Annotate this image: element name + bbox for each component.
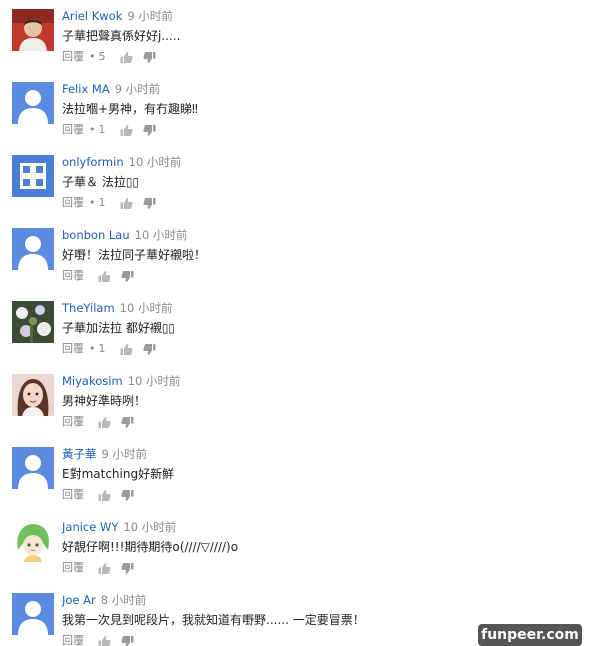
reply-button[interactable]: 回覆 [62, 269, 84, 283]
reply-button[interactable]: 回覆 [62, 50, 84, 64]
avatar[interactable] [12, 447, 54, 489]
comment-item: onlyformin 10 小时前 子華＆ 法拉▯▯ 回覆 • 1 [0, 155, 600, 228]
avatar[interactable] [12, 301, 54, 343]
comment-time[interactable]: 10 小时前 [123, 520, 176, 534]
comment-text: 子華＆ 法拉▯▯ [62, 175, 140, 189]
reply-button[interactable]: 回覆 [62, 488, 84, 502]
comment-header: 黃子華 9 小时前 [62, 447, 147, 462]
comment-header: Felix MA 9 小时前 [62, 82, 160, 97]
avatar[interactable] [12, 593, 54, 635]
like-count: 5 [98, 50, 106, 63]
comment-text: 子華把聲真係好好j..... [62, 29, 181, 43]
avatar[interactable] [12, 520, 54, 562]
comment-text: 法拉嗰+男神，有冇趣睇‼ [62, 102, 198, 116]
thumbs-down-icon[interactable] [142, 197, 156, 210]
thumbs-up-icon[interactable] [120, 124, 133, 137]
comment-author[interactable]: Janice WY [62, 520, 118, 534]
like-count: 1 [98, 342, 106, 355]
thumbs-down-icon[interactable] [121, 562, 134, 575]
comment-item: Janice WY 10 小时前 好靚仔啊!!!期待期待o(////▽////)o… [0, 520, 600, 593]
comment-text: 子華加法拉 都好襯▯▯ [62, 321, 176, 335]
comment-text: 好嘢！法拉同子華好襯啦！ [62, 248, 207, 262]
thumbs-down-icon[interactable] [142, 343, 156, 356]
comment-author[interactable]: onlyformin [62, 155, 124, 169]
reply-button[interactable]: 回覆 [62, 342, 84, 356]
thumbs-up-icon[interactable] [98, 489, 111, 502]
thumbs-down-icon[interactable] [142, 51, 156, 64]
comment-author[interactable]: Ariel Kwok [62, 9, 122, 23]
comment-text: 好靚仔啊!!!期待期待o(////▽////)o [62, 540, 239, 554]
comment-actions: 回覆 • 1 [62, 196, 166, 210]
like-count: 1 [98, 123, 106, 136]
comment-text: 男神好準時咧！ [62, 394, 147, 408]
comment-text: 我第一次見到呢段片，我就知道有嘢野...... 一定要冒票！ [62, 613, 365, 627]
avatar[interactable] [12, 155, 54, 197]
comment-item: Ariel Kwok 9 小时前 子華把聲真係好好j..... 回覆 • 5 [0, 9, 600, 82]
avatar[interactable] [12, 374, 54, 416]
comment-actions: 回覆 [62, 561, 144, 575]
comment-time[interactable]: 10 小时前 [128, 374, 181, 388]
comment-actions: 回覆 • 1 [62, 123, 166, 137]
comment-item: 黃子華 9 小时前 E對matching好新鮮 回覆 [0, 447, 600, 520]
comment-header: Janice WY 10 小时前 [62, 520, 176, 535]
comment-item: bonbon Lau 10 小时前 好嘢！法拉同子華好襯啦！ 回覆 [0, 228, 600, 301]
reply-button[interactable]: 回覆 [62, 196, 84, 210]
likes-separator: • [89, 196, 96, 209]
thumbs-down-icon[interactable] [121, 270, 134, 283]
comment-header: Miyakosim 10 小时前 [62, 374, 180, 389]
thumbs-up-icon[interactable] [98, 562, 111, 575]
comment-time[interactable]: 10 小时前 [135, 228, 188, 242]
comment-header: bonbon Lau 10 小时前 [62, 228, 187, 243]
thumbs-up-icon[interactable] [120, 51, 133, 64]
comment-item: Miyakosim 10 小时前 男神好準時咧！ 回覆 [0, 374, 600, 447]
thumbs-down-icon[interactable] [142, 124, 156, 137]
thumbs-down-icon[interactable] [121, 416, 134, 429]
comment-item: Felix MA 9 小时前 法拉嗰+男神，有冇趣睇‼ 回覆 • 1 [0, 82, 600, 155]
comment-author[interactable]: 黃子華 [62, 447, 97, 461]
comment-text: E對matching好新鮮 [62, 467, 175, 481]
thumbs-up-icon[interactable] [98, 416, 111, 429]
avatar[interactable] [12, 9, 54, 51]
comment-time[interactable]: 10 小时前 [120, 301, 173, 315]
comment-actions: 回覆 • 1 [62, 342, 166, 356]
comment-author[interactable]: Joe Ar [62, 593, 96, 607]
thumbs-up-icon[interactable] [120, 197, 133, 210]
comment-header: Joe Ar 8 小时前 [62, 593, 146, 608]
reply-button[interactable]: 回覆 [62, 561, 84, 575]
avatar[interactable] [12, 82, 54, 124]
thumbs-up-icon[interactable] [120, 343, 133, 356]
likes-separator: • [89, 123, 96, 136]
comment-actions: 回覆 [62, 415, 144, 429]
reply-button[interactable]: 回覆 [62, 415, 84, 429]
comment-time[interactable]: 9 小时前 [127, 9, 172, 23]
comment-actions: 回覆 [62, 269, 144, 283]
comment-author[interactable]: Felix MA [62, 82, 110, 96]
comment-author[interactable]: bonbon Lau [62, 228, 130, 242]
comment-author[interactable]: Miyakosim [62, 374, 123, 388]
comment-time[interactable]: 9 小时前 [115, 82, 160, 96]
comment-actions: 回覆 • 5 [62, 50, 166, 64]
likes-separator: • [89, 342, 96, 355]
thumbs-up-icon[interactable] [98, 635, 111, 646]
likes-separator: • [89, 50, 96, 63]
comment-header: onlyformin 10 小时前 [62, 155, 181, 170]
avatar[interactable] [12, 228, 54, 270]
comment-author[interactable]: TheYilam [62, 301, 115, 315]
comment-actions: 回覆 [62, 634, 144, 646]
thumbs-down-icon[interactable] [121, 489, 134, 502]
watermark-badge: funpeer.com [478, 624, 582, 646]
comment-header: Ariel Kwok 9 小时前 [62, 9, 173, 24]
thumbs-up-icon[interactable] [98, 270, 111, 283]
comment-actions: 回覆 [62, 488, 144, 502]
comment-time[interactable]: 10 小时前 [129, 155, 182, 169]
reply-button[interactable]: 回覆 [62, 123, 84, 137]
comment-header: TheYilam 10 小时前 [62, 301, 172, 316]
comment-time[interactable]: 9 小时前 [102, 447, 147, 461]
comment-time[interactable]: 8 小时前 [101, 593, 146, 607]
reply-button[interactable]: 回覆 [62, 634, 84, 646]
comment-item: TheYilam 10 小时前 子華加法拉 都好襯▯▯ 回覆 • 1 [0, 301, 600, 374]
thumbs-down-icon[interactable] [121, 635, 134, 646]
like-count: 1 [98, 196, 106, 209]
